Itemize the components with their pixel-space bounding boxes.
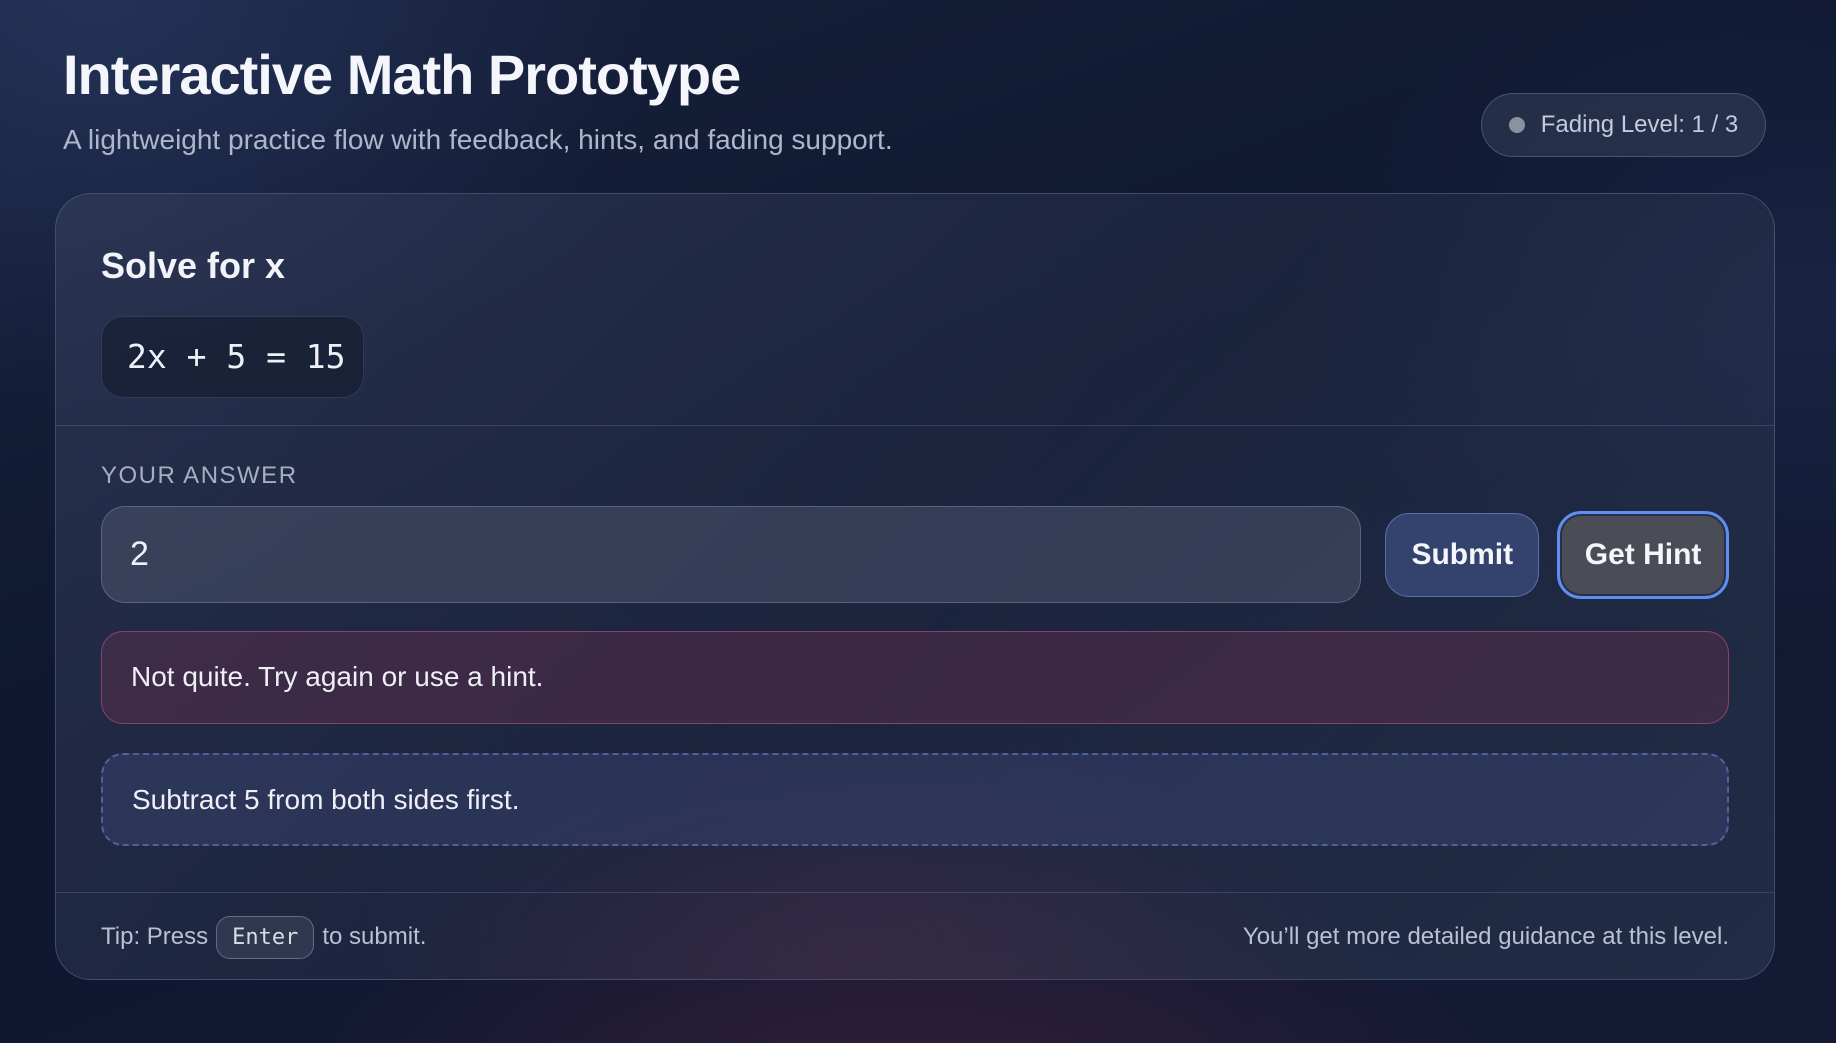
answer-section: YOUR ANSWER Submit Get Hint Not quite. T…: [56, 426, 1774, 846]
fading-level-label: Fading Level: 1 / 3: [1540, 111, 1739, 138]
page-subtitle: A lightweight practice flow with feedbac…: [63, 124, 893, 155]
hint-box: Subtract 5 from both sides first.: [101, 753, 1729, 846]
problem-card: Solve for x 2x + 5 = 15 YOUR ANSWER Subm…: [55, 193, 1775, 980]
status-dot-icon: [1508, 117, 1525, 133]
submit-button[interactable]: Submit: [1385, 512, 1540, 597]
tip-prefix: Tip: Press: [101, 923, 209, 950]
problem-section: Solve for x 2x + 5 = 15: [56, 194, 1774, 426]
answer-row: Submit Get Hint: [101, 506, 1729, 603]
get-hint-button[interactable]: Get Hint: [1557, 510, 1729, 599]
feedback-message: Not quite. Try again or use a hint.: [101, 631, 1729, 724]
guidance-note: You’ll get more detailed guidance at thi…: [1242, 923, 1729, 950]
problem-title: Solve for x: [101, 245, 286, 286]
tip: Tip: Press Enter to submit.: [101, 915, 427, 959]
page-title: Interactive Math Prototype: [63, 43, 741, 106]
answer-input[interactable]: [101, 506, 1362, 603]
tip-suffix: to submit.: [322, 923, 427, 950]
answer-label: YOUR ANSWER: [101, 462, 298, 489]
enter-key-badge: Enter: [216, 915, 315, 959]
fading-level-badge: Fading Level: 1 / 3: [1481, 93, 1766, 157]
card-footer: Tip: Press Enter to submit. You’ll get m…: [56, 892, 1774, 979]
page-header: Interactive Math Prototype A lightweight…: [63, 40, 893, 158]
equation-display: 2x + 5 = 15: [101, 316, 364, 398]
